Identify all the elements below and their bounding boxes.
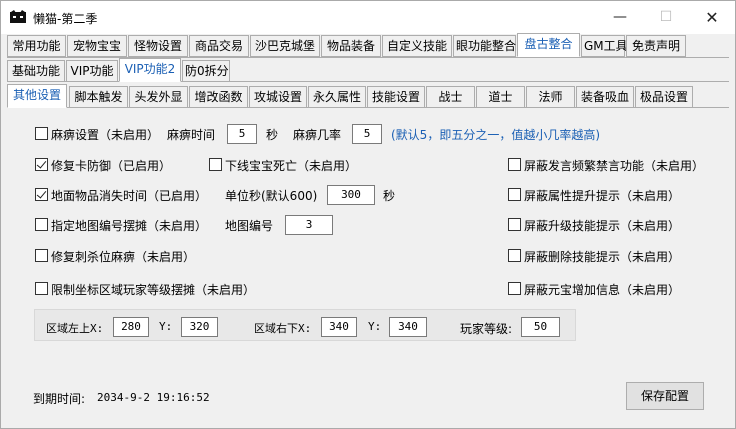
region-bottom-right-x-input[interactable]: 340 bbox=[321, 317, 357, 337]
tab-siege-settings[interactable]: 攻城设置 bbox=[249, 86, 307, 108]
tab-mage[interactable]: 法师 bbox=[526, 86, 575, 108]
fix-card-defense-checkbox[interactable] bbox=[35, 158, 48, 171]
tab-row1-line bbox=[7, 57, 729, 58]
block-yuanbao-add-label: 屏蔽元宝增加信息（未启用） bbox=[524, 283, 681, 297]
tab-premium-settings[interactable]: 极品设置 bbox=[635, 86, 693, 108]
block-attr-upgrade-label: 屏蔽属性提升提示（未启用） bbox=[524, 189, 681, 203]
block-frequent-speech-checkbox[interactable] bbox=[508, 158, 521, 171]
tab-disclaimer[interactable]: 免责声明 bbox=[626, 35, 686, 57]
region-top-left-y-label: Y: bbox=[159, 320, 173, 333]
tab-row-sub: 基础功能 VIP功能 VIP功能2 防0拆分 bbox=[7, 58, 307, 82]
tab-custom-skills[interactable]: 自定义技能 bbox=[382, 35, 452, 57]
region-bottom-right-y-input[interactable]: 340 bbox=[389, 317, 427, 337]
tab-pet-baby[interactable]: 宠物宝宝 bbox=[67, 35, 127, 57]
tab-anti-split[interactable]: 防0拆分 bbox=[182, 60, 230, 82]
tab-basic-functions[interactable]: 基础功能 bbox=[7, 60, 65, 82]
tab-common-functions[interactable]: 常用功能 bbox=[7, 35, 66, 57]
paralysis-checkbox[interactable] bbox=[35, 127, 48, 140]
fix-assassin-paralysis-label: 修复刺杀位麻痹（未启用） bbox=[51, 250, 196, 264]
expiry-value: 2034-9-2 19:16:52 bbox=[97, 391, 210, 404]
fix-assassin-paralysis-checkbox[interactable] bbox=[35, 249, 48, 262]
offline-pet-death-checkbox[interactable] bbox=[209, 158, 222, 171]
tab-castle[interactable]: 沙巴克城堡 bbox=[250, 35, 320, 57]
tab-gm-tools[interactable]: GM工具 bbox=[581, 35, 628, 57]
paralysis-rate-hint: (默认5，即五分之一，值越小几率越高) bbox=[391, 128, 600, 142]
block-skill-delete-checkbox[interactable] bbox=[508, 249, 521, 262]
region-bottom-right-y-label: Y: bbox=[368, 320, 382, 333]
block-skill-upgrade-checkbox[interactable] bbox=[508, 218, 521, 231]
player-level-input[interactable]: 50 bbox=[521, 317, 560, 337]
main-window: 懒猫-第二季 — ☐ ✕ 常用功能 宠物宝宝 怪物设置 商品交易 沙巴克城堡 物… bbox=[0, 0, 736, 429]
player-level-label: 玩家等级: bbox=[460, 322, 513, 336]
ground-item-disappear-checkbox[interactable] bbox=[35, 188, 48, 201]
tab-trade[interactable]: 商品交易 bbox=[189, 35, 249, 57]
expiry-label: 到期时间: bbox=[33, 392, 86, 406]
paralysis-label: 麻痹设置（未启用） bbox=[51, 128, 160, 142]
tab-row-main: 常用功能 宠物宝宝 怪物设置 商品交易 沙巴克城堡 物品装备 自定义技能 眼功能… bbox=[7, 33, 731, 57]
region-top-left-y-input[interactable]: 320 bbox=[181, 317, 218, 337]
tab-modify-functions[interactable]: 增改函数 bbox=[189, 86, 248, 108]
paralysis-time-input[interactable]: 5 bbox=[227, 124, 257, 144]
map-number-input[interactable]: 3 bbox=[285, 215, 333, 235]
maximize-button[interactable]: ☐ bbox=[643, 1, 689, 34]
save-config-button[interactable]: 保存配置 bbox=[626, 382, 704, 410]
block-skill-upgrade-label: 屏蔽升级技能提示（未启用） bbox=[524, 219, 681, 233]
title-bar: 懒猫-第二季 — ☐ ✕ bbox=[1, 1, 735, 34]
paralysis-rate-label: 麻痹几率 bbox=[293, 128, 342, 142]
limit-coord-stall-checkbox[interactable] bbox=[35, 282, 48, 295]
ground-item-disappear-label: 地面物品消失时间（已启用） bbox=[51, 189, 208, 203]
tab-skill-settings[interactable]: 技能设置 bbox=[367, 86, 425, 108]
paralysis-rate-input[interactable]: 5 bbox=[352, 124, 382, 144]
tab-row-settings: 其他设置 脚本触发 头发外显 增改函数 攻城设置 永久属性 技能设置 战士 道士… bbox=[7, 84, 731, 108]
minimize-button[interactable]: — bbox=[597, 1, 643, 34]
tab-items-equipment[interactable]: 物品装备 bbox=[321, 35, 381, 57]
block-frequent-speech-label: 屏蔽发言频繁禁言功能（未启用） bbox=[524, 159, 705, 173]
region-top-left-x-input[interactable]: 280 bbox=[113, 317, 149, 337]
unit-seconds-label: 单位秒(默认600) bbox=[225, 189, 318, 203]
cat-app-icon bbox=[10, 10, 26, 23]
window-title: 懒猫-第二季 bbox=[33, 12, 98, 26]
tab-hair-display[interactable]: 头发外显 bbox=[129, 86, 188, 108]
region-bottom-right-label: 区域右下X: bbox=[254, 322, 312, 335]
offline-pet-death-label: 下线宝宝死亡（未启用） bbox=[225, 159, 358, 173]
paralysis-time-label: 麻痹时间 bbox=[167, 128, 216, 142]
region-top-left-label: 区域左上X: bbox=[46, 322, 104, 335]
tab-pangu[interactable]: 盘古整合 bbox=[517, 33, 580, 57]
map-number-label: 地图编号 bbox=[225, 219, 274, 233]
tab-permanent-attributes[interactable]: 永久属性 bbox=[308, 86, 366, 108]
block-yuanbao-add-checkbox[interactable] bbox=[508, 282, 521, 295]
block-attr-upgrade-checkbox[interactable] bbox=[508, 188, 521, 201]
tab-vip-functions[interactable]: VIP功能 bbox=[66, 60, 118, 82]
tab-eye-functions[interactable]: 眼功能整合 bbox=[453, 35, 516, 57]
seconds-unit-label-2: 秒 bbox=[383, 189, 396, 203]
block-skill-delete-label: 屏蔽删除技能提示（未启用） bbox=[524, 250, 681, 264]
tab-equip-lifesteal[interactable]: 装备吸血 bbox=[576, 86, 634, 108]
tab-vip-functions-2[interactable]: VIP功能2 bbox=[119, 58, 181, 82]
close-button[interactable]: ✕ bbox=[689, 1, 735, 34]
disappear-time-input[interactable]: 300 bbox=[327, 185, 375, 205]
seconds-unit-label: 秒 bbox=[266, 128, 279, 142]
limit-coord-stall-label: 限制坐标区域玩家等级摆摊（未启用） bbox=[51, 283, 256, 297]
tab-monster-settings[interactable]: 怪物设置 bbox=[128, 35, 188, 57]
map-stall-label: 指定地图编号摆摊（未启用） bbox=[51, 219, 208, 233]
tab-other-settings[interactable]: 其他设置 bbox=[7, 84, 67, 108]
tab-warrior[interactable]: 战士 bbox=[426, 86, 475, 108]
map-stall-checkbox[interactable] bbox=[35, 218, 48, 231]
tab-taoist[interactable]: 道士 bbox=[476, 86, 525, 108]
fix-card-defense-label: 修复卡防御（已启用） bbox=[51, 159, 172, 173]
tab-script-trigger[interactable]: 脚本触发 bbox=[69, 86, 128, 108]
